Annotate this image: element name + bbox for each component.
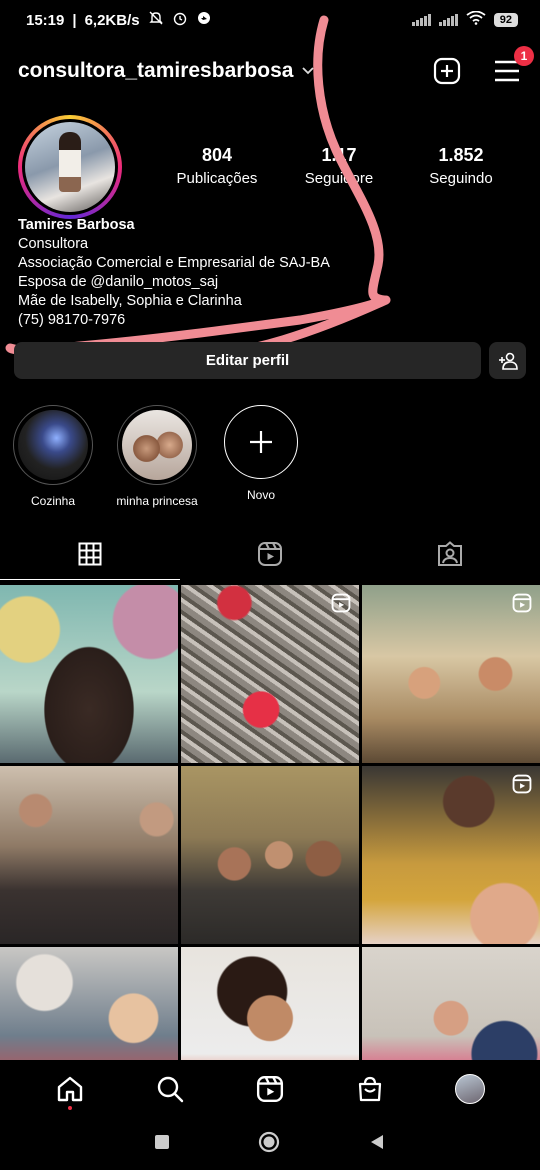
signal-icon bbox=[438, 14, 458, 26]
tab-grid[interactable] bbox=[0, 530, 180, 580]
reel-indicator-icon bbox=[512, 774, 532, 799]
highlight-minha-princesa[interactable]: minha princesa bbox=[116, 405, 198, 508]
reel-indicator-icon bbox=[331, 593, 351, 618]
stat-followers[interactable]: 1.17 Seguidore bbox=[278, 145, 400, 187]
new-highlight-button[interactable]: Novo bbox=[220, 405, 302, 508]
stat-value: 804 bbox=[201, 145, 233, 165]
highlight-cover bbox=[122, 410, 192, 480]
bio-mention-line[interactable]: Esposa de @danilo_motos_saj bbox=[18, 273, 330, 292]
display-name: Tamires Barbosa bbox=[18, 217, 135, 233]
profile-bio: Tamires Barbosa Consultora Associação Co… bbox=[18, 216, 330, 330]
highlight-cozinha[interactable]: Cozinha bbox=[12, 405, 94, 508]
profile-tabs bbox=[0, 530, 540, 580]
stat-label: Seguindo bbox=[429, 170, 493, 187]
post-thumbnail[interactable] bbox=[0, 766, 178, 944]
post-thumbnail[interactable] bbox=[181, 766, 359, 944]
posts-grid bbox=[0, 585, 540, 1125]
status-time: 15:19 bbox=[26, 11, 65, 29]
signal-icon bbox=[411, 14, 431, 26]
bio-line: Associação Comercial e Empresarial de SA… bbox=[18, 255, 330, 271]
profile-tab-avatar[interactable] bbox=[445, 1064, 495, 1114]
story-highlights: Cozinha minha princesa Novo bbox=[12, 405, 302, 508]
profile-actions: Editar perfil bbox=[14, 342, 526, 379]
post-thumbnail[interactable] bbox=[362, 766, 540, 944]
recent-apps-icon[interactable] bbox=[154, 1134, 169, 1154]
plus-icon bbox=[250, 431, 272, 453]
hamburger-menu-icon[interactable]: 1 bbox=[492, 46, 534, 86]
grid-icon bbox=[78, 542, 102, 566]
stat-label: Publicações bbox=[176, 170, 258, 187]
search-icon[interactable] bbox=[145, 1064, 195, 1114]
notification-badge: 1 bbox=[514, 46, 534, 66]
post-thumbnail[interactable] bbox=[362, 585, 540, 763]
network-speed: 6,2KB/s bbox=[84, 11, 140, 29]
highlight-label: Novo bbox=[246, 488, 275, 502]
stat-value: 1.852 bbox=[438, 145, 484, 165]
highlight-cover bbox=[18, 410, 88, 480]
profile-stats: 804 Publicações 1.17 Seguidore 1.852 Seg… bbox=[156, 145, 522, 187]
bottom-navigation bbox=[0, 1060, 540, 1118]
chevron-down-icon[interactable] bbox=[301, 63, 315, 79]
home-button-icon[interactable] bbox=[258, 1131, 280, 1158]
shop-icon[interactable] bbox=[345, 1064, 395, 1114]
profile-header: consultora_tamiresbarbosa 1 bbox=[0, 46, 540, 92]
tab-reels[interactable] bbox=[180, 530, 360, 578]
home-icon[interactable] bbox=[45, 1064, 95, 1114]
add-user-button[interactable] bbox=[489, 342, 526, 379]
mute-icon bbox=[148, 10, 164, 30]
profile-avatar[interactable] bbox=[18, 115, 122, 219]
bio-phone-line[interactable]: (75) 98170-7976 bbox=[18, 311, 330, 330]
reels-icon bbox=[258, 542, 282, 566]
avatar bbox=[455, 1074, 485, 1104]
username-switcher[interactable]: consultora_tamiresbarbosa bbox=[18, 59, 293, 83]
reel-indicator-icon bbox=[512, 593, 532, 618]
reels-icon[interactable] bbox=[245, 1064, 295, 1114]
tab-tagged[interactable] bbox=[360, 530, 540, 578]
profile-summary: 804 Publicações 1.17 Seguidore 1.852 Seg… bbox=[18, 115, 522, 219]
back-icon[interactable] bbox=[369, 1134, 385, 1155]
edit-profile-button[interactable]: Editar perfil bbox=[14, 342, 481, 379]
chat-icon bbox=[196, 10, 212, 30]
wifi-icon bbox=[466, 10, 486, 29]
battery-indicator: 92 bbox=[493, 13, 518, 27]
highlight-label: minha princesa bbox=[116, 494, 198, 508]
system-navigation bbox=[0, 1118, 540, 1170]
bio-line: Mãe de Isabelly, Sophia e Clarinha bbox=[18, 293, 242, 309]
bio-line: Consultora bbox=[18, 236, 89, 252]
highlight-label: Cozinha bbox=[30, 494, 76, 508]
tagged-icon bbox=[438, 541, 462, 566]
stat-posts[interactable]: 804 Publicações bbox=[156, 145, 278, 187]
activity-dot bbox=[68, 1106, 72, 1110]
stat-value: 1.17 bbox=[321, 145, 357, 165]
add-user-icon bbox=[498, 352, 518, 370]
stat-following[interactable]: 1.852 Seguindo bbox=[400, 145, 522, 187]
stat-label: Seguidore bbox=[304, 170, 374, 187]
post-thumbnail[interactable] bbox=[181, 585, 359, 763]
plus-square-icon[interactable] bbox=[432, 56, 462, 86]
post-thumbnail[interactable] bbox=[0, 585, 178, 763]
alarm-icon bbox=[172, 10, 188, 30]
status-bar: 15:19 | 6,2KB/s 92 bbox=[0, 0, 540, 40]
